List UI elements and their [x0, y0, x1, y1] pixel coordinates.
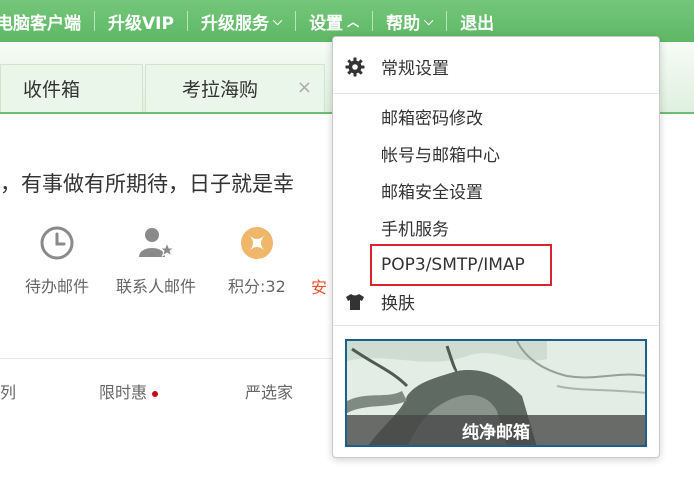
nav-settings-label: 设置 — [309, 13, 344, 34]
tab-inbox-label: 收件箱 — [23, 79, 81, 101]
chevron-down-icon: ⌵ — [272, 13, 283, 28]
gear-icon — [345, 57, 365, 77]
menu-item-mobile[interactable]: 手机服务 — [333, 209, 659, 245]
nav-help-label: 帮助 — [386, 13, 421, 34]
security-link-fragment[interactable]: 安 — [311, 274, 327, 298]
menu-item-label: 邮箱安全设置 — [381, 182, 483, 203]
shirt-icon — [345, 292, 365, 312]
bottom-link-yanxuanjia[interactable]: 严选家 — [245, 379, 293, 403]
bottom-link[interactable]: 列 — [0, 379, 16, 403]
tab-kaola-label: 考拉海购 — [182, 79, 259, 101]
close-icon[interactable]: × — [297, 77, 312, 98]
menu-divider — [333, 325, 659, 326]
menu-item-password[interactable]: 邮箱密码修改 — [333, 98, 659, 134]
welcome-slogan: ，有事做有所期待，日子就是幸 — [0, 172, 294, 196]
bottom-link-xianshihui[interactable]: 限时惠 — [99, 379, 159, 403]
quick-link-todo[interactable]: 待办邮件 — [25, 225, 89, 297]
pure-mailbox-promo[interactable]: 纯净邮箱 — [345, 339, 647, 447]
bottom-link-label: 限时惠 — [99, 383, 148, 402]
nav-logout[interactable]: 退出 — [447, 9, 507, 34]
quick-link-label: 积分:32 — [228, 277, 286, 296]
settings-dropdown: 常规设置 邮箱密码修改 帐号与邮箱中心 邮箱安全设置 手机服务 POP3/SMT… — [332, 36, 660, 458]
notification-dot — [152, 390, 159, 397]
divider — [0, 358, 340, 359]
menu-item-general-settings[interactable]: 常规设置 — [333, 48, 659, 84]
menu-item-label: 常规设置 — [381, 58, 449, 79]
tab-inbox[interactable]: 收件箱 — [0, 64, 143, 112]
menu-item-label: 帐号与邮箱中心 — [381, 145, 500, 166]
highlight-box — [370, 244, 552, 286]
quick-link-label: 联系人邮件 — [116, 277, 197, 296]
nav-client[interactable]: 电脑客户端 — [0, 9, 94, 34]
points-icon — [240, 227, 273, 259]
menu-item-account-center[interactable]: 帐号与邮箱中心 — [333, 135, 659, 171]
nav-help[interactable]: 帮助 ⌵ — [373, 9, 446, 34]
menu-item-security[interactable]: 邮箱安全设置 — [333, 172, 659, 208]
menu-item-label: 手机服务 — [381, 219, 449, 240]
menu-item-label: 邮箱密码修改 — [381, 108, 483, 129]
quick-link-label: 待办邮件 — [25, 277, 90, 296]
nav-upgrade-service[interactable]: 升级服务 ⌵ — [188, 9, 295, 34]
chevron-down-icon: ⌵ — [424, 13, 434, 28]
contact-star-icon — [139, 228, 176, 258]
quick-link-points[interactable]: 积分:32 — [228, 225, 286, 297]
menu-item-label: 换肤 — [381, 293, 415, 314]
nav-upgrade-vip[interactable]: 升级VIP — [95, 9, 187, 34]
quick-link-contacts[interactable]: 联系人邮件 — [116, 225, 196, 297]
nav-settings[interactable]: 设置 ︿ — [296, 9, 372, 34]
menu-divider — [333, 93, 659, 94]
nav-upgrade-service-label: 升级服务 — [200, 13, 269, 34]
tab-kaola[interactable]: 考拉海购 × — [145, 64, 325, 112]
clock-icon — [40, 226, 74, 260]
chevron-up-icon: ︿ — [347, 14, 360, 29]
promo-caption: 纯净邮箱 — [347, 415, 645, 445]
menu-item-skin[interactable]: 换肤 — [333, 283, 659, 319]
